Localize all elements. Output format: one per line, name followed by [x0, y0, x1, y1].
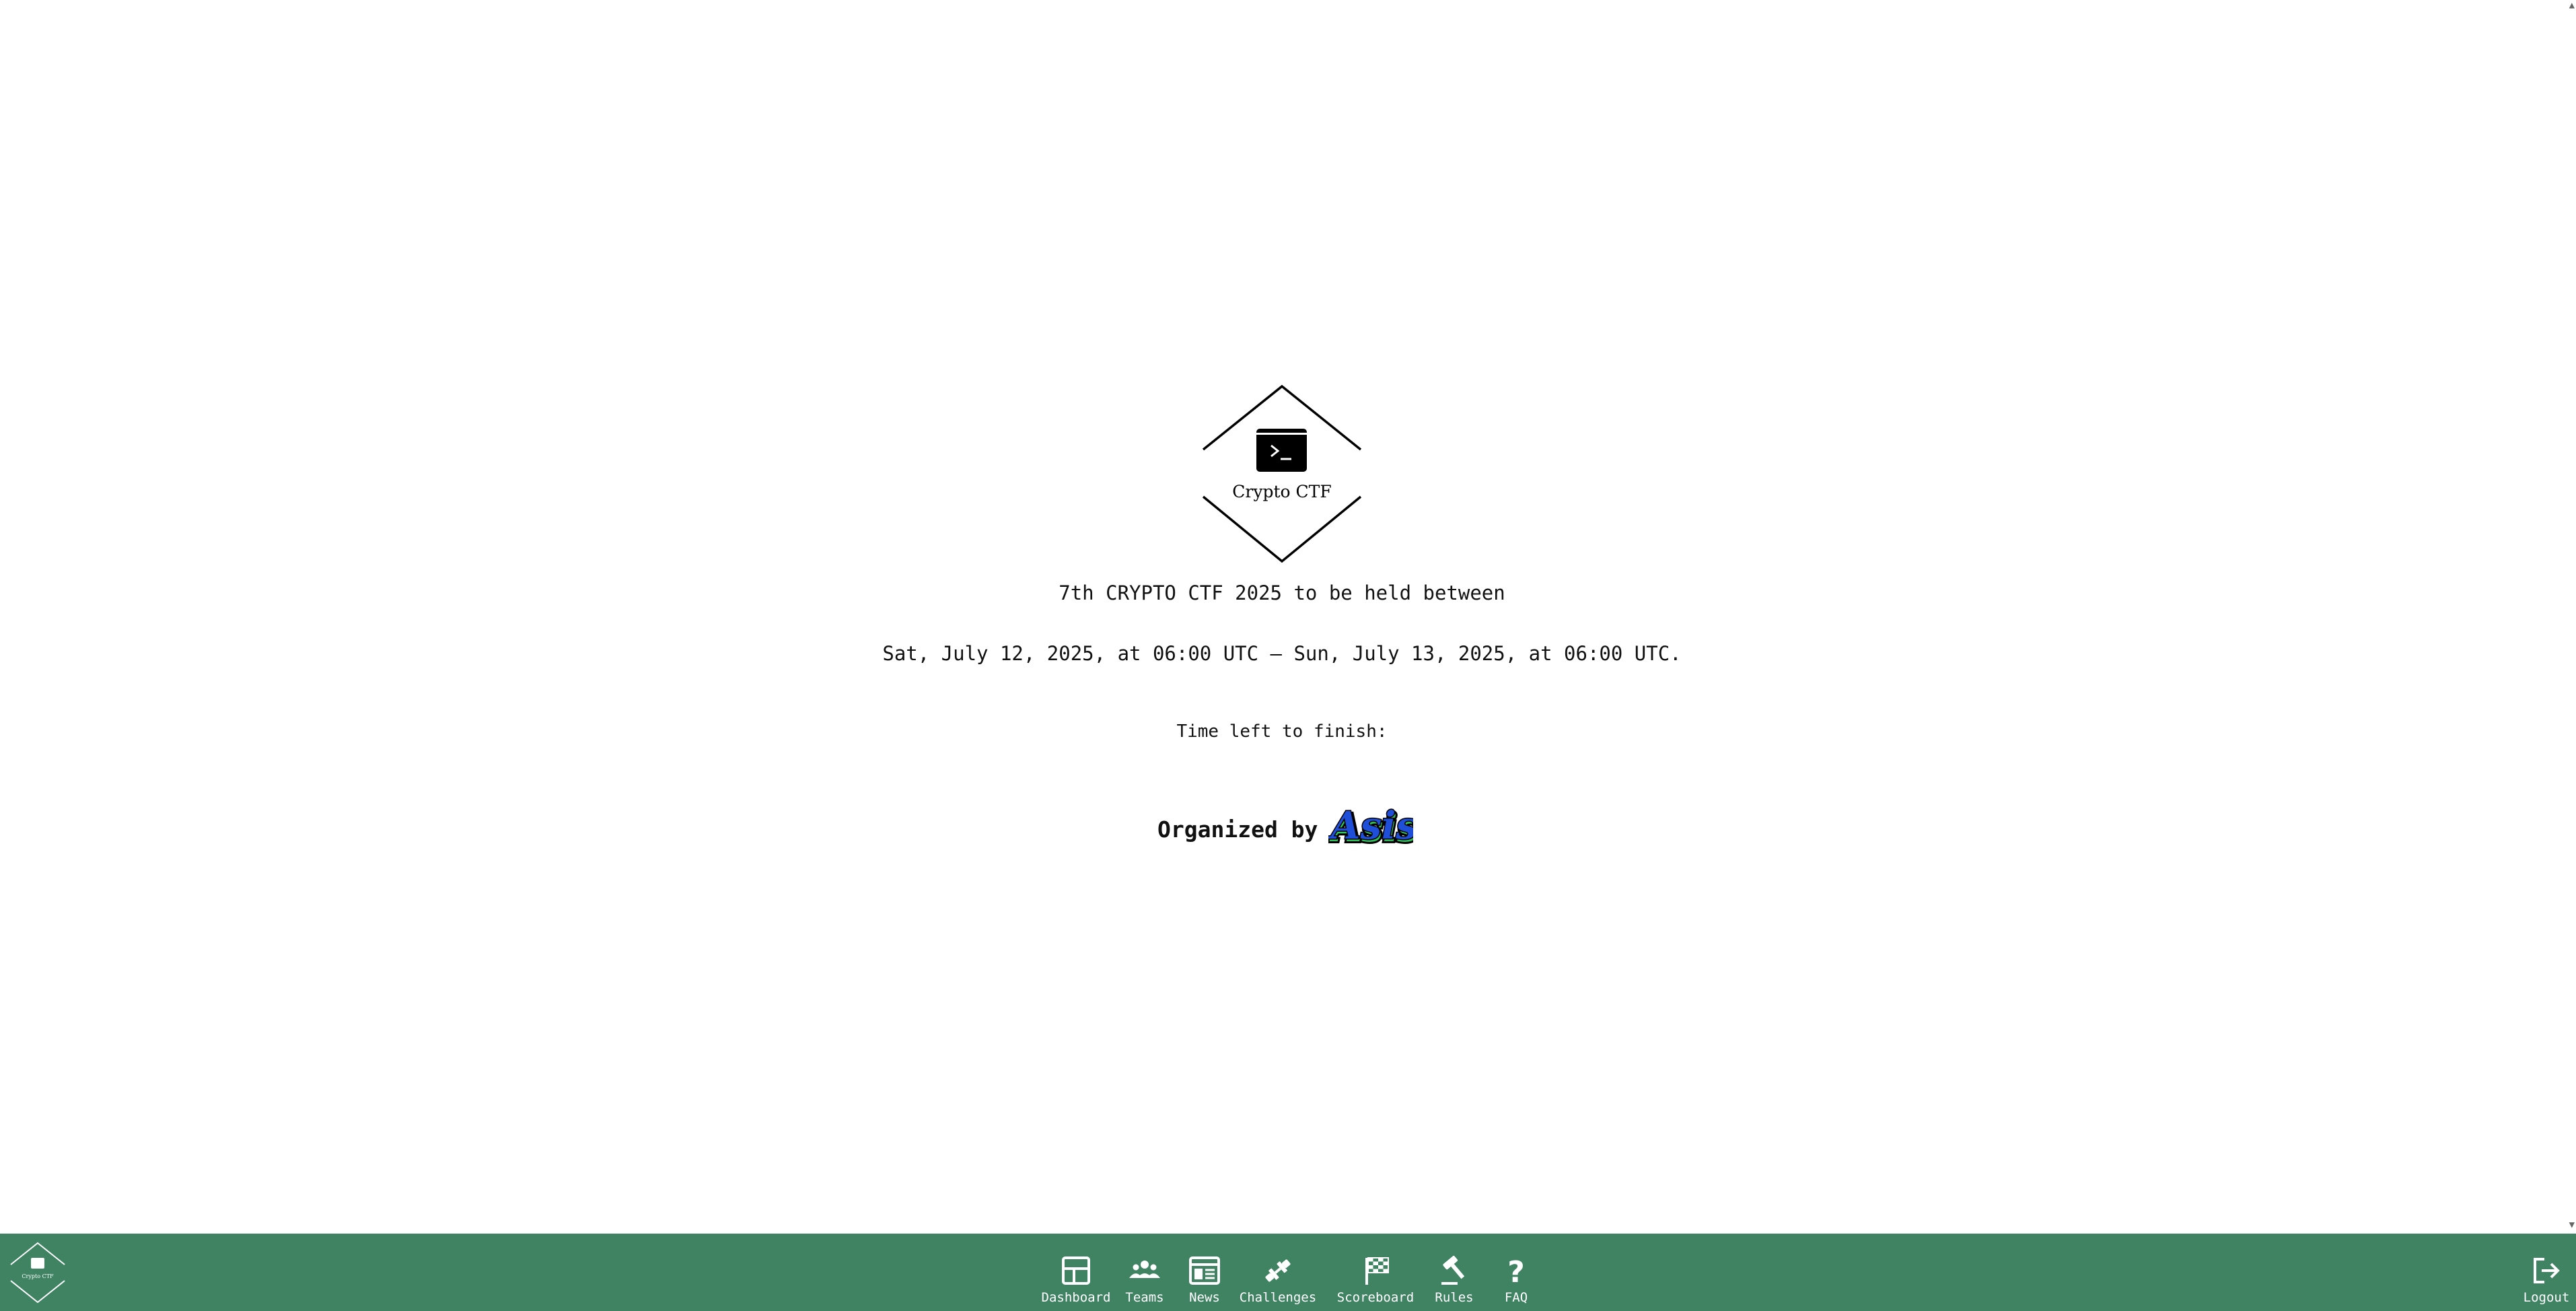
diamond-frame — [1202, 385, 1362, 563]
question-icon: ? — [1507, 1255, 1525, 1287]
crypto-ctf-logo — [1201, 385, 1363, 564]
nav-teams[interactable]: Teams — [1112, 1234, 1177, 1311]
nav-dashboard[interactable]: Dashboard — [1040, 1234, 1112, 1311]
nav-home-logo[interactable]: Crypto CTF — [9, 1240, 66, 1305]
organized-by: Organized by Asis Asis — [1157, 805, 1413, 853]
event-dates: Sat, July 12, 2025, at 06:00 UTC — Sun, … — [882, 642, 1682, 665]
nav-label: News — [1189, 1290, 1220, 1305]
scroll-up-arrow[interactable]: ▲ — [2569, 0, 2575, 11]
nav-label: Scoreboard — [1336, 1290, 1415, 1305]
news-icon — [1189, 1256, 1220, 1285]
logout-button[interactable]: Logout — [2517, 1234, 2576, 1311]
logout-icon — [2534, 1258, 2560, 1283]
svg-text:Asis: Asis — [1328, 805, 1413, 848]
logout-label: Logout — [2523, 1290, 2570, 1305]
asis-logo[interactable]: Asis Asis — [1328, 805, 1413, 853]
nav-label: FAQ — [1504, 1290, 1528, 1305]
nav-rules[interactable]: Rules — [1427, 1234, 1481, 1311]
nav-label: Dashboard — [1041, 1290, 1111, 1305]
nav-label: Challenges — [1239, 1290, 1317, 1305]
teams-icon — [1129, 1261, 1160, 1278]
gavel-icon — [1441, 1256, 1465, 1285]
bottom-navbar: Crypto CTF Dashboard Teams News Challeng… — [0, 1234, 2576, 1311]
svg-text:Crypto CTF: Crypto CTF — [22, 1273, 54, 1279]
terminal-icon — [1256, 429, 1307, 472]
flag-icon — [1365, 1257, 1389, 1285]
logo-caption: Crypto CTF — [1232, 482, 1332, 501]
nav-faq[interactable]: ? FAQ — [1481, 1234, 1551, 1311]
organized-by-label: Organized by — [1157, 816, 1318, 843]
event-headline: 7th CRYPTO CTF 2025 to be held between — [1059, 581, 1505, 604]
main-content: Crypto CTF 7th CRYPTO CTF 2025 to be hel… — [0, 0, 2576, 1234]
challenges-icon — [1265, 1259, 1291, 1282]
time-left-label: Time left to finish: — [1176, 721, 1388, 742]
scroll-down-arrow[interactable]: ▼ — [2569, 1219, 2575, 1230]
page: Crypto CTF 7th CRYPTO CTF 2025 to be hel… — [0, 0, 2576, 1311]
nav-scoreboard[interactable]: Scoreboard — [1324, 1234, 1427, 1311]
nav-label: Teams — [1125, 1290, 1164, 1305]
dashboard-icon — [1062, 1256, 1090, 1285]
nav-challenges[interactable]: Challenges — [1232, 1234, 1324, 1311]
nav-news[interactable]: News — [1177, 1234, 1232, 1311]
svg-text:?: ? — [1507, 1255, 1525, 1287]
nav-items: Dashboard Teams News Challenges Scoreboa… — [1040, 1234, 1551, 1311]
nav-label: Rules — [1435, 1290, 1474, 1305]
